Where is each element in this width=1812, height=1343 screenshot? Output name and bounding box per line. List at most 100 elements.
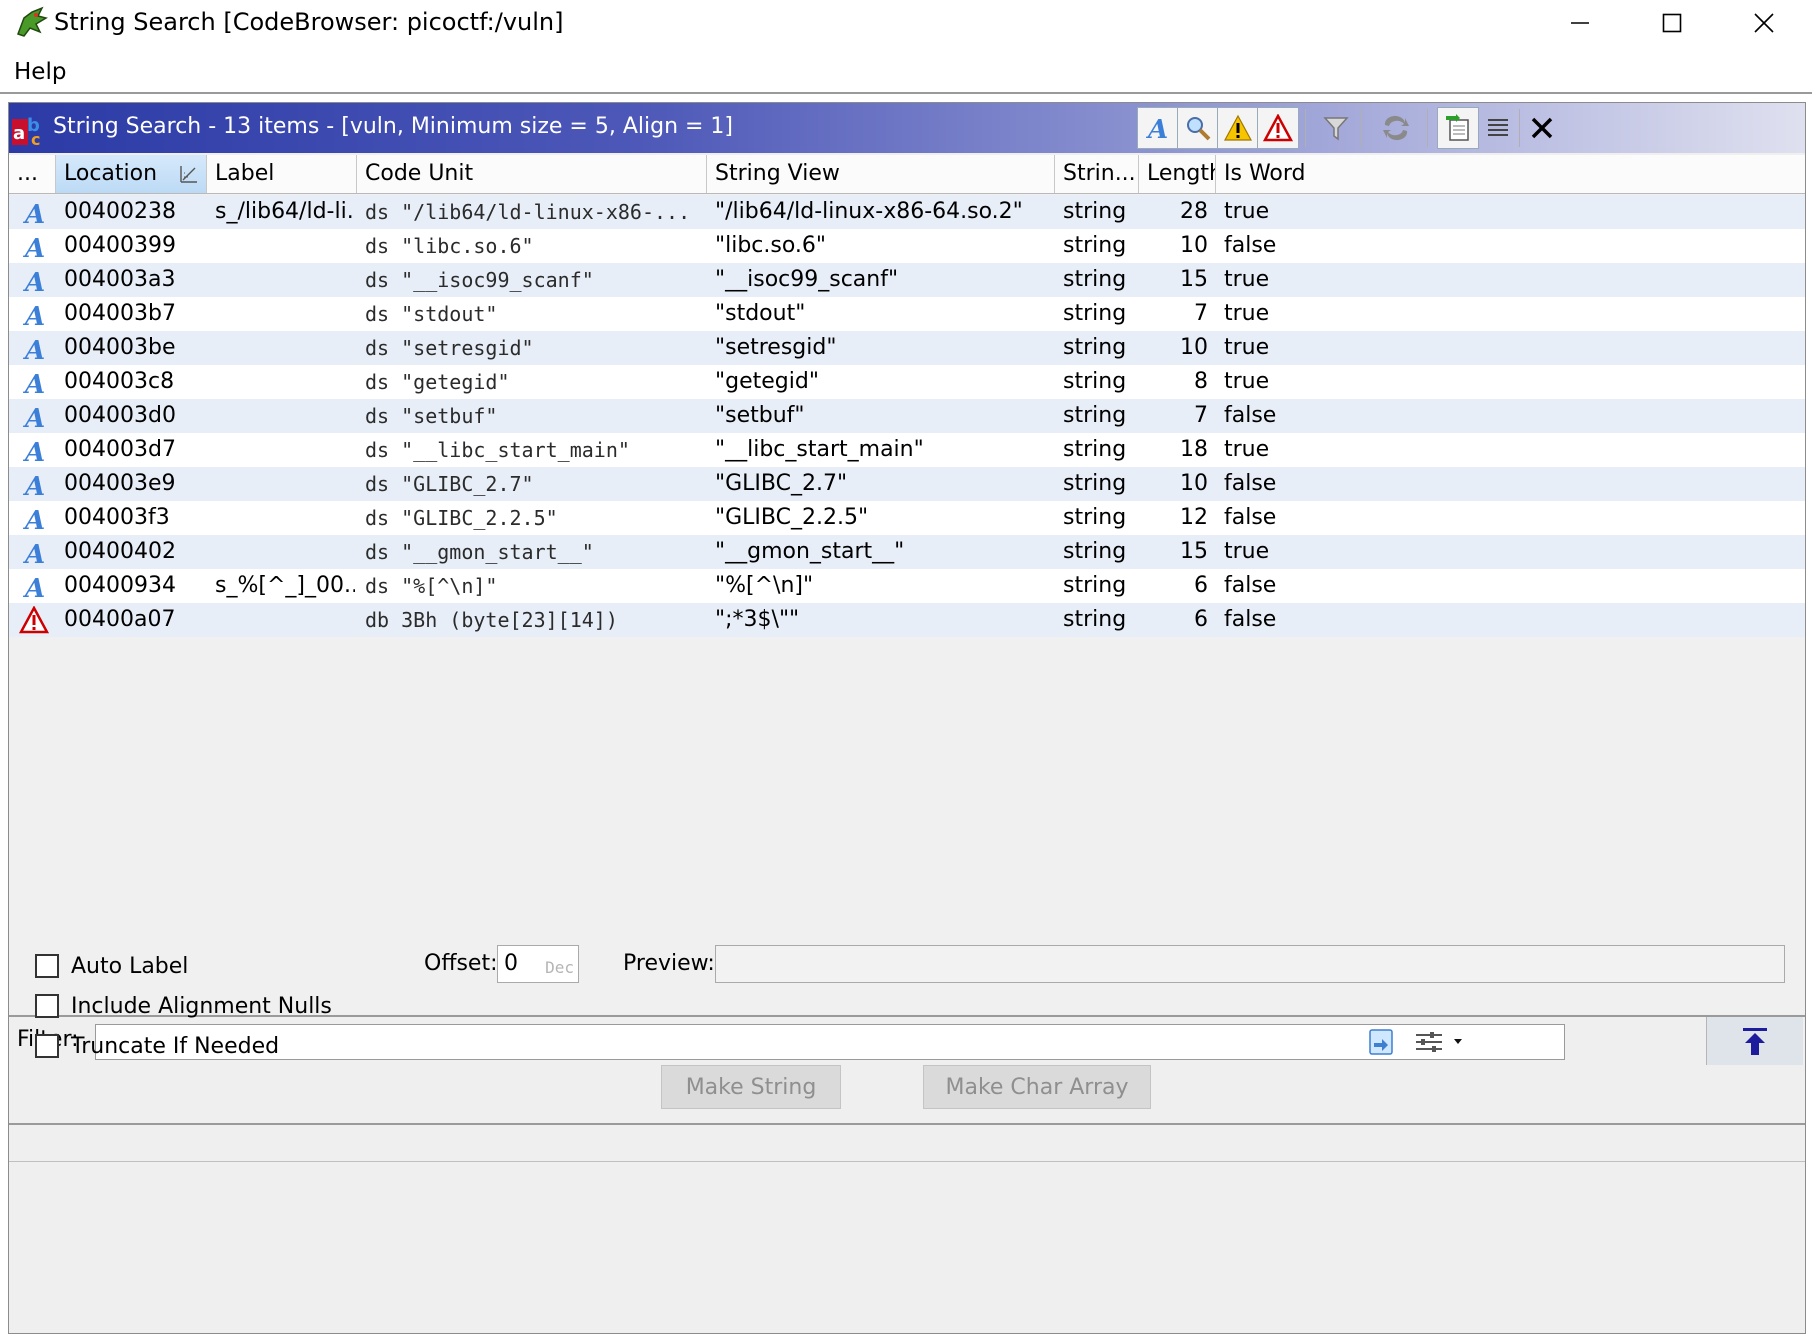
make-char-array-button[interactable]: Make Char Array [923, 1065, 1151, 1109]
column-header-label[interactable]: Label [207, 155, 357, 193]
string-icon: A [22, 268, 45, 294]
cell-length: 15 [1180, 539, 1208, 564]
cell-type: string [1063, 607, 1127, 632]
cell-string-view: "__libc_start_main" [715, 437, 924, 462]
arrow-to-top-icon [1743, 1028, 1767, 1055]
cell-code-unit: ds "GLIBC_2.7" [365, 472, 534, 496]
offset-label: Offset: [424, 951, 498, 976]
svg-text:a: a [13, 123, 25, 144]
string-search-icon: a b c [12, 115, 40, 147]
table-row[interactable]: A 004003a3 ds "__isoc99_scanf" "__isoc99_sc… [9, 263, 1805, 297]
include-alignment-nulls-option[interactable]: Include Alignment Nulls [35, 991, 332, 1021]
make-selection-icon [1446, 114, 1469, 141]
show-partial-conflicts-toggle[interactable] [1217, 107, 1259, 149]
show-conflicts-toggle[interactable] [1257, 107, 1299, 149]
column-header-location-label: Location [64, 161, 158, 186]
cell-string-view: "GLIBC_2.2.5" [715, 505, 869, 530]
table-row[interactable]: A 004003b7 ds "stdout" "stdout" string 7 true [9, 297, 1805, 331]
string-icon: A [22, 438, 45, 464]
cell-label [215, 297, 355, 331]
filter-options-button[interactable] [1409, 1023, 1469, 1061]
cell-location: 004003d0 [64, 403, 176, 428]
column-header-length[interactable]: Length [1139, 155, 1216, 193]
warning-icon [1223, 114, 1253, 141]
cell-code-unit: ds "__isoc99_scanf" [365, 268, 594, 292]
cell-string-view: "%[^\n]" [715, 573, 814, 598]
cell-location: 004003a3 [64, 267, 176, 292]
cell-type: string [1063, 505, 1127, 530]
cell-type: string [1063, 437, 1127, 462]
refresh-button[interactable] [1375, 107, 1417, 149]
column-header-more[interactable]: ... [9, 155, 56, 193]
cell-is-word: true [1224, 539, 1270, 564]
table-row[interactable]: A 004003e9 ds "GLIBC_2.7" "GLIBC_2.7" string… [9, 467, 1805, 501]
make-string-button[interactable]: Make String [661, 1065, 841, 1109]
table-row[interactable]: A 004003d7 ds "__libc_start_main" "__libc_s… [9, 433, 1805, 467]
table-row[interactable]: A 004003d0 ds "setbuf" "setbuf" string 7 false [9, 399, 1805, 433]
cell-code-unit: ds "%[^\n]" [365, 574, 498, 598]
window-titlebar: String Search [CodeBrowser: picoctf:/vul… [0, 0, 1812, 48]
truncate-if-needed-option[interactable]: Truncate If Needed [35, 1031, 279, 1061]
svg-text:A: A [22, 336, 45, 362]
table-row[interactable]: 00400a07 db 3Bh (byte[23][14]) ";*3$\"" str… [9, 603, 1805, 637]
sort-ascending-icon [180, 166, 197, 183]
maximize-button[interactable] [1626, 0, 1718, 46]
string-icon: A [22, 574, 45, 600]
select-in-listing-button[interactable] [1437, 107, 1479, 149]
cell-is-word: false [1224, 607, 1277, 632]
column-header-string-type[interactable]: Strin... [1055, 155, 1139, 193]
string-icon: A [22, 506, 45, 532]
column-header-is-word[interactable]: Is Word [1216, 155, 1805, 193]
table-row[interactable]: A 00400402 ds "__gmon_start__" "__gmon_star… [9, 535, 1805, 569]
cell-string-view: "setbuf" [715, 403, 805, 428]
magnifier-icon [1187, 117, 1211, 141]
offset-value: 0 [504, 951, 518, 976]
minimize-button[interactable] [1534, 0, 1626, 46]
svg-text:A: A [22, 540, 45, 566]
truncate-if-needed-checkbox[interactable] [35, 1034, 59, 1058]
column-header-string-view[interactable]: String View [707, 155, 1055, 193]
table-row[interactable]: A 004003be ds "setresgid" "setresgid" string… [9, 331, 1805, 365]
table-row[interactable]: A 004003f3 ds "GLIBC_2.2.5" "GLIBC_2.2.5" st… [9, 501, 1805, 535]
scroll-to-top-button[interactable] [1706, 1017, 1803, 1065]
auto-label-option[interactable]: Auto Label [35, 951, 188, 981]
toolbar-divider [1427, 109, 1428, 147]
close-panel-button[interactable] [1521, 107, 1563, 149]
include-alignment-nulls-checkbox[interactable] [35, 994, 59, 1018]
cell-length: 7 [1194, 403, 1208, 428]
table-row[interactable]: A 00400238 s_/lib64/ld-li... ds "/lib64/ld-… [9, 195, 1805, 229]
show-defined-strings-toggle[interactable]: A [1137, 107, 1179, 149]
column-header-location[interactable]: Location [56, 155, 207, 193]
column-header-code-unit[interactable]: Code Unit [357, 155, 707, 193]
table-row[interactable]: A 00400399 ds "libc.so.6" "libc.so.6" string… [9, 229, 1805, 263]
filter-input[interactable] [95, 1024, 1565, 1060]
toolbar-divider [1361, 109, 1362, 147]
cell-code-unit: ds "libc.so.6" [365, 234, 534, 258]
cell-label [215, 467, 355, 501]
close-window-button[interactable] [1718, 0, 1810, 46]
offset-input[interactable]: 0 Dec [497, 945, 579, 983]
panel-header: a b c String Search - 13 items - [vuln, … [9, 103, 1805, 153]
cell-string-view: "setresgid" [715, 335, 837, 360]
filter-button[interactable] [1315, 107, 1357, 149]
cell-code-unit: ds "__gmon_start__" [365, 540, 594, 564]
maximize-icon [1662, 13, 1682, 33]
cell-string-view: "libc.so.6" [715, 233, 827, 258]
filter-refresh-button[interactable] [1362, 1023, 1402, 1061]
cell-code-unit: ds "GLIBC_2.2.5" [365, 506, 558, 530]
table-row[interactable]: A 004003c8 ds "getegid" "getegid" string 8 tru… [9, 365, 1805, 399]
table-options-button[interactable] [1477, 107, 1519, 149]
menu-bar: Help [0, 52, 1812, 90]
menu-help[interactable]: Help [14, 59, 66, 85]
show-undefined-strings-toggle[interactable] [1177, 107, 1219, 149]
auto-label-text: Auto Label [71, 953, 189, 979]
cell-label [215, 433, 355, 467]
svg-text:A: A [22, 438, 45, 464]
string-icon: A [22, 200, 45, 226]
svg-text:A: A [22, 574, 45, 600]
table-row[interactable]: A 00400934 s_%[^_]_00... ds "%[^\n]" "%[^\n]… [9, 569, 1805, 603]
cell-string-view: "getegid" [715, 369, 819, 394]
cell-type: string [1063, 233, 1127, 258]
auto-label-checkbox[interactable] [35, 954, 59, 978]
cell-is-word: true [1224, 301, 1270, 326]
